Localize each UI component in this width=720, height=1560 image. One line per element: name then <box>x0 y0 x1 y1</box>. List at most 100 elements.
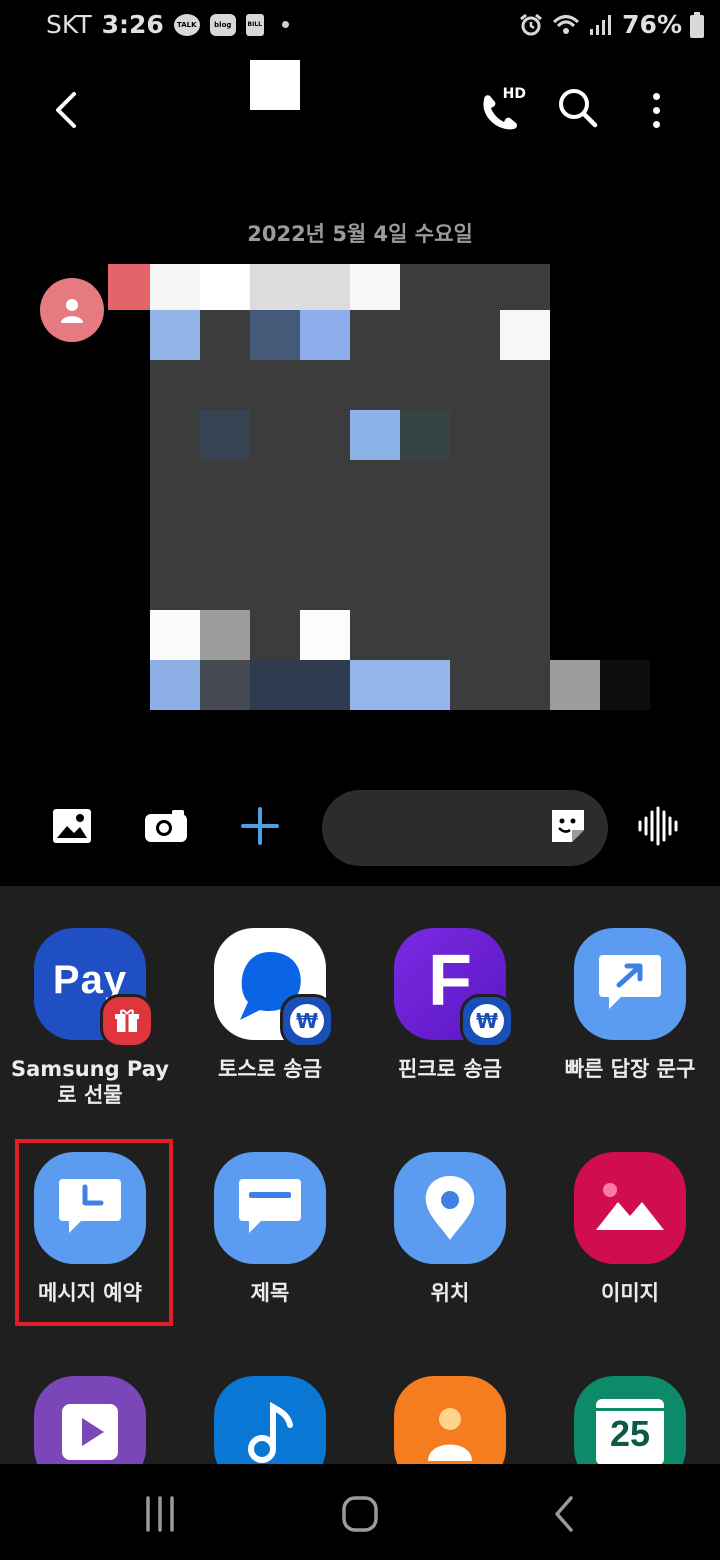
subject-icon <box>214 1152 326 1264</box>
battery-percentage: 76% <box>622 10 682 39</box>
location-pin-icon <box>394 1152 506 1264</box>
won-sign: ₩ <box>290 1004 324 1038</box>
alarm-icon <box>520 13 543 35</box>
samsung-pay-gift-app[interactable]: Pay Samsung Pay로 선물 <box>0 928 180 1108</box>
more-options-button[interactable] <box>636 82 676 138</box>
gallery-button[interactable] <box>50 804 94 848</box>
mosaic-cell <box>350 264 400 310</box>
more-dot-icon <box>652 120 660 128</box>
clock: 3:26 <box>101 10 164 39</box>
blog-notification-icon: blog <box>209 13 236 36</box>
audio-app[interactable] <box>180 1376 360 1464</box>
search-icon <box>559 89 598 128</box>
won-badge-icon: ₩ <box>460 994 514 1048</box>
finnq-icon: F ₩ <box>394 928 514 1048</box>
carrier-label: SKT <box>46 10 92 39</box>
mosaic-cell <box>108 264 150 310</box>
calendar-icon: 25 <box>574 1376 686 1464</box>
mosaic-cell <box>400 410 450 460</box>
mosaic-cell <box>200 660 250 710</box>
subject-app[interactable]: 제목 <box>180 1152 360 1306</box>
app-label: 이미지 <box>601 1281 659 1305</box>
bill-notification-icon: BILL <box>245 13 264 36</box>
location-app[interactable]: 위치 <box>360 1152 540 1306</box>
more-dot-icon <box>652 106 660 114</box>
mosaic-cell <box>200 610 250 660</box>
sticker-icon <box>552 810 584 842</box>
image-icon <box>574 1152 686 1264</box>
person-icon <box>61 299 83 323</box>
wifi-icon <box>553 14 580 34</box>
quick-reply-app[interactable]: 빠른 답장 문구 <box>540 928 720 1082</box>
mosaic-cell <box>150 310 200 360</box>
gift-badge-icon <box>100 994 154 1048</box>
mosaic-cell <box>250 310 300 360</box>
mosaic-cell <box>200 410 250 460</box>
date-separator: 2022년 5월 4일 수요일 <box>247 222 473 246</box>
calendar-page: 25 <box>596 1399 664 1464</box>
quick-reply-icon <box>574 928 686 1040</box>
mosaic-cell <box>150 610 200 660</box>
image-app[interactable]: 이미지 <box>540 1152 720 1306</box>
sticker-button[interactable] <box>548 806 592 850</box>
calendar-header-bar <box>596 1399 664 1411</box>
image-message-pixelated[interactable] <box>108 264 652 712</box>
mosaic-cell <box>250 660 350 710</box>
app-label: 토스로 송금 <box>218 1057 322 1081</box>
mosaic-cell <box>500 310 550 360</box>
sound-wave-icon <box>638 806 678 846</box>
voice-record-button[interactable] <box>636 806 680 850</box>
mosaic-cell <box>250 264 350 310</box>
back-chevron-icon <box>555 1496 573 1532</box>
camera-button[interactable] <box>144 804 188 848</box>
app-label: Samsung Pay로 선물 <box>11 1057 169 1107</box>
video-play-icon <box>34 1376 146 1464</box>
mosaic-cell <box>300 610 350 660</box>
music-note-icon <box>214 1376 326 1464</box>
app-label: 위치 <box>430 1281 470 1305</box>
finnq-transfer-app[interactable]: F ₩ 핀크로 송금 <box>360 928 540 1082</box>
toss-icon: ₩ <box>214 928 334 1048</box>
search-button[interactable] <box>552 82 604 134</box>
plus-icon <box>241 807 279 845</box>
mosaic-cell <box>600 660 650 710</box>
hd-voice-call-button[interactable]: HD <box>474 82 530 138</box>
mosaic-cell <box>300 310 350 360</box>
mosaic-cell <box>200 264 250 310</box>
samsung-pay-icon: Pay <box>34 928 154 1048</box>
app-label: 제목 <box>250 1281 290 1305</box>
status-bar: SKT 3:26 TALK blog BILL 76% <box>0 0 720 56</box>
conversation-header: HD <box>0 60 720 160</box>
system-navigation-bar <box>0 1464 720 1560</box>
add-attachment-button[interactable] <box>238 804 282 848</box>
battery-icon <box>690 11 704 38</box>
app-label: 핀크로 송금 <box>398 1057 502 1081</box>
mosaic-cell <box>350 660 450 710</box>
video-app[interactable] <box>0 1376 180 1464</box>
home-button[interactable] <box>330 1486 390 1542</box>
system-back-button[interactable] <box>534 1486 594 1542</box>
kakaotalk-notification-icon: TALK <box>173 13 200 36</box>
back-arrow-icon <box>56 92 76 128</box>
compose-bar <box>0 780 720 876</box>
highlight-box <box>15 1139 173 1326</box>
contact-name-redacted[interactable] <box>250 60 300 110</box>
calendar-day-number: 25 <box>609 1413 651 1454</box>
attachment-panel: Pay Samsung Pay로 선물 ₩ 토스로 송금 F ₩ 핀크로 송금 … <box>0 886 720 1464</box>
toss-transfer-app[interactable]: ₩ 토스로 송금 <box>180 928 360 1082</box>
mosaic-cell <box>350 410 400 460</box>
mosaic-cell <box>550 660 600 710</box>
more-notifications-dot-icon <box>281 21 289 28</box>
signal-icon <box>590 14 612 35</box>
back-button[interactable] <box>40 82 90 138</box>
mosaic-cell <box>150 660 200 710</box>
hd-badge: HD <box>502 86 526 102</box>
gallery-icon <box>53 809 91 843</box>
sender-avatar[interactable] <box>40 278 104 342</box>
calendar-app[interactable]: 25 <box>540 1376 720 1464</box>
contact-person-icon <box>394 1376 506 1464</box>
app-label: 빠른 답장 문구 <box>564 1057 696 1081</box>
contact-app[interactable] <box>360 1376 540 1464</box>
recent-apps-icon <box>146 1496 174 1532</box>
recent-apps-button[interactable] <box>130 1486 190 1542</box>
